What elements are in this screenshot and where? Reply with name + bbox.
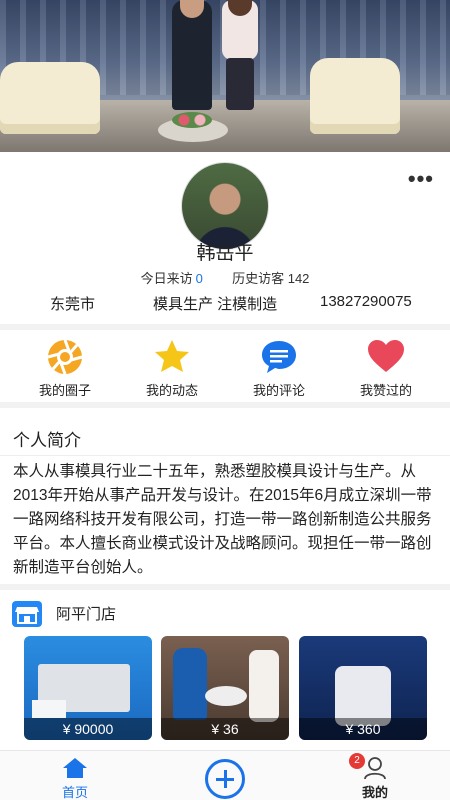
intro-title: 个人简介 bbox=[13, 431, 81, 450]
product-price: ¥ 36 bbox=[161, 718, 289, 740]
my-posts-button[interactable]: 我的动态 bbox=[116, 330, 228, 402]
product-image bbox=[173, 648, 207, 720]
today-visits-label: 今日来访 bbox=[140, 271, 193, 286]
my-posts-label: 我的动态 bbox=[145, 383, 198, 398]
star-icon bbox=[155, 340, 189, 372]
bottom-tab-bar: 首页 我的 2 bbox=[0, 750, 450, 800]
comment-icon bbox=[262, 341, 296, 373]
my-likes-label: 我赞过的 bbox=[359, 383, 412, 398]
history-visits-label: 历史访客 bbox=[232, 271, 285, 286]
phone-number[interactable]: 13827290075 bbox=[320, 293, 412, 310]
banner-flowers bbox=[172, 112, 212, 128]
tab-home[interactable]: 首页 bbox=[25, 751, 125, 800]
today-visits-value: 0 bbox=[195, 271, 203, 286]
profile-card: ••• 韩岳平 今日来访 0 历史访客 142 东莞市 模具生产 注模制造 138… bbox=[0, 152, 450, 324]
intro-divider bbox=[0, 455, 450, 456]
tab-me[interactable]: 我的 bbox=[325, 751, 425, 800]
intro-section: 个人简介 本人从事模具行业二十五年，熟悉塑胶模具设计与生产。从2013年开始从事… bbox=[0, 408, 450, 584]
product-image bbox=[335, 666, 391, 726]
product-card[interactable]: ¥ 36 bbox=[161, 636, 289, 740]
history-visits-value: 142 bbox=[287, 271, 310, 286]
avatar[interactable] bbox=[181, 162, 269, 250]
my-circle-button[interactable]: 我的圈子 bbox=[9, 330, 121, 402]
my-comments-button[interactable]: 我的评论 bbox=[223, 330, 335, 402]
industry: 模具生产 注模制造 bbox=[153, 296, 278, 313]
add-post-button[interactable] bbox=[205, 759, 245, 799]
product-card[interactable]: ¥ 90000 bbox=[24, 636, 152, 740]
product-card[interactable]: ¥ 360 bbox=[299, 636, 427, 740]
visit-stats: 今日来访 0 历史访客 142 bbox=[0, 268, 450, 287]
action-grid: 我的圈子 我的动态 我的评论 我赞过的 bbox=[0, 330, 450, 402]
store-icon bbox=[12, 601, 42, 627]
city: 东莞市 bbox=[50, 296, 96, 313]
notification-badge: 2 bbox=[349, 753, 365, 769]
user-icon bbox=[364, 757, 386, 780]
tab-me-label: 我的 bbox=[361, 785, 388, 800]
heart-icon bbox=[368, 340, 404, 372]
my-comments-label: 我的评论 bbox=[252, 383, 305, 398]
tab-home-label: 首页 bbox=[61, 785, 88, 800]
profile-name: 韩岳平 bbox=[196, 243, 254, 264]
product-price: ¥ 360 bbox=[299, 718, 427, 740]
banner-sofa-right bbox=[310, 58, 400, 134]
product-price: ¥ 90000 bbox=[24, 718, 152, 740]
banner-sofa-left bbox=[0, 62, 100, 134]
profile-banner bbox=[0, 0, 450, 152]
my-likes-button[interactable]: 我赞过的 bbox=[330, 330, 442, 402]
banner-person-woman-legs bbox=[226, 58, 254, 110]
shop-section: 阿平门店 ¥ 90000 ¥ 36 ¥ 360 bbox=[0, 590, 450, 750]
home-icon bbox=[63, 758, 87, 778]
more-dots-icon[interactable]: ••• bbox=[408, 168, 434, 190]
profile-info-row: 东莞市 模具生产 注模制造 13827290075 bbox=[0, 293, 450, 317]
shop-title[interactable]: 阿平门店 bbox=[56, 603, 116, 624]
my-circle-label: 我的圈子 bbox=[38, 383, 91, 398]
intro-body: 本人从事模具行业二十五年，熟悉塑胶模具设计与生产。从2013年开始从事产品开发与… bbox=[13, 463, 432, 576]
aperture-icon bbox=[47, 339, 83, 375]
